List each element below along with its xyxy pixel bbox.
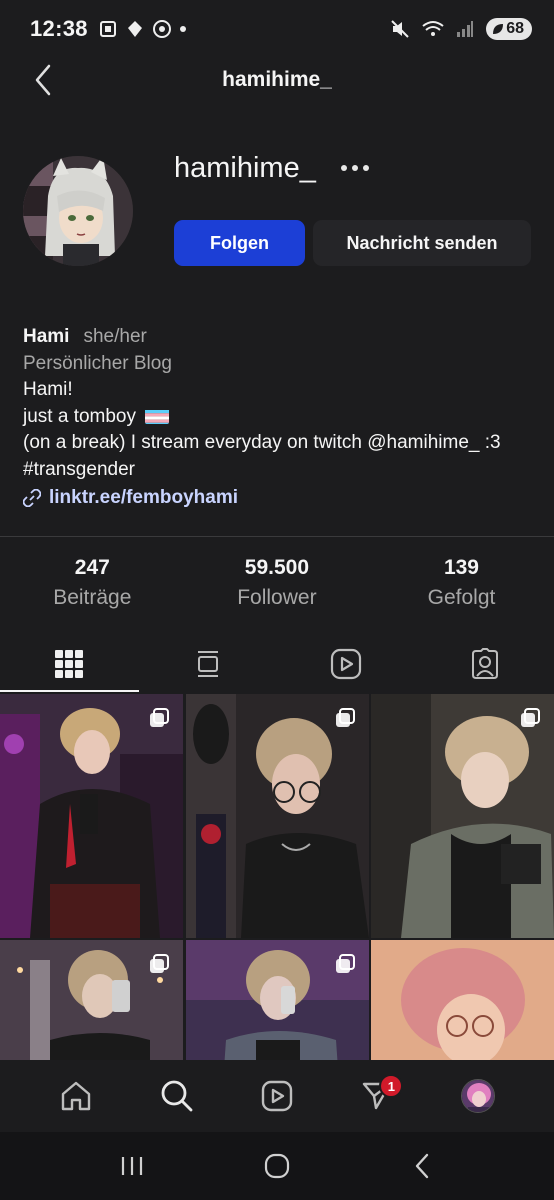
post-thumbnail[interactable] (371, 694, 554, 938)
header-title: hamihime_ (222, 68, 332, 91)
post-thumbnail[interactable] (0, 940, 183, 1060)
link-icon (23, 489, 41, 508)
more-dot-icon (352, 165, 358, 171)
follow-button[interactable]: Folgen (174, 220, 305, 266)
system-navigation (0, 1132, 554, 1200)
recent-apps-button[interactable] (107, 1141, 157, 1191)
stat-following[interactable]: 139 Gefolgt (369, 556, 554, 610)
search-icon (161, 1080, 192, 1112)
home-icon (61, 1081, 91, 1111)
screenshot-icon (99, 21, 116, 37)
divider (0, 536, 554, 537)
message-button[interactable]: Nachricht senden (313, 220, 531, 266)
stat-label: Gefolgt (427, 586, 496, 609)
recent-apps-icon (122, 1157, 143, 1175)
post-thumbnail[interactable] (185, 940, 369, 1060)
profile-username: hamihime_ (174, 152, 316, 184)
bio-line: (on a break) I stream everyday on twitch… (23, 432, 501, 453)
nav-direct[interactable]: 1 (347, 1066, 407, 1126)
bio-line-tomboy: just a tomboy (23, 404, 543, 431)
mute-icon (391, 20, 409, 38)
notification-badge: 1 (379, 1074, 404, 1098)
stat-followers[interactable]: 59.500 Follower (185, 556, 370, 610)
leaf-icon (493, 24, 504, 34)
signal-icon (457, 21, 474, 37)
stat-label: Beiträge (53, 586, 132, 609)
app-notification-icon (152, 20, 171, 38)
tab-grid[interactable] (0, 636, 139, 692)
carousel-icon (521, 708, 540, 727)
profile-tabs (0, 636, 554, 692)
top-header: hamihime_ (0, 58, 554, 102)
profile-bio: Hami she/her Persönlicher Blog Hami! jus… (23, 324, 543, 512)
stat-value: 247 (74, 556, 110, 579)
more-dot-icon (363, 165, 369, 171)
bottom-navigation: 1 (0, 1060, 554, 1132)
feed-icon (197, 651, 218, 677)
more-dot-icon (341, 165, 347, 171)
bio-category: Persönlicher Blog (23, 352, 172, 374)
nav-home[interactable] (46, 1066, 106, 1126)
home-button[interactable] (252, 1141, 302, 1191)
bio-link-row[interactable]: linktr.ee/femboyhami (23, 485, 543, 512)
carousel-icon (335, 954, 355, 973)
battery-level: 68 (506, 20, 524, 37)
post-thumbnail[interactable] (371, 940, 554, 1060)
grid-icon (55, 650, 84, 678)
chevron-left-icon (415, 1153, 428, 1179)
bio-name: Hami (23, 326, 70, 347)
more-options-button[interactable] (337, 156, 373, 180)
trans-flag-icon (145, 408, 170, 424)
nav-search[interactable] (147, 1066, 207, 1126)
carousel-icon (150, 708, 169, 727)
avatar[interactable] (23, 156, 133, 266)
stat-value: 139 (443, 556, 479, 579)
bio-hashtag[interactable]: #transgender (23, 457, 543, 484)
stat-posts[interactable]: 247 Beiträge (0, 556, 185, 610)
chevron-left-icon (35, 64, 51, 96)
tab-tagged[interactable] (416, 636, 554, 692)
status-time: 12:38 (30, 16, 88, 41)
reels-icon (331, 648, 362, 680)
profile-stats: 247 Beiträge 59.500 Follower 139 Gefolgt (0, 556, 554, 610)
post-thumbnail[interactable] (185, 694, 369, 938)
dot-icon (179, 26, 186, 32)
profile-avatar-icon (460, 1079, 495, 1113)
posts-grid (0, 694, 554, 1060)
system-back-button[interactable] (397, 1141, 447, 1191)
tab-feed[interactable] (139, 636, 278, 692)
home-circle-icon (264, 1153, 290, 1179)
wifi-icon (422, 21, 444, 36)
carousel-icon (150, 954, 169, 973)
nav-profile[interactable] (448, 1066, 508, 1126)
post-thumbnail[interactable] (0, 694, 183, 938)
bio-link[interactable]: linktr.ee/femboyhami (49, 485, 238, 512)
nav-reels[interactable] (247, 1066, 307, 1126)
direction-icon (127, 21, 142, 37)
tagged-icon (471, 648, 498, 679)
stat-value: 59.500 (244, 556, 309, 579)
bio-pronouns: she/her (83, 326, 147, 347)
tab-reels[interactable] (277, 636, 416, 692)
stat-label: Follower (237, 586, 317, 609)
bio-line: Hami! (23, 379, 73, 400)
back-button[interactable] (28, 62, 58, 98)
status-notification-icons (98, 19, 186, 39)
battery-indicator: 68 (486, 18, 532, 40)
reels-icon (261, 1080, 293, 1112)
bio-line-text: just a tomboy (23, 405, 136, 427)
status-bar: 12:38 68 (0, 0, 554, 58)
carousel-icon (335, 708, 355, 727)
